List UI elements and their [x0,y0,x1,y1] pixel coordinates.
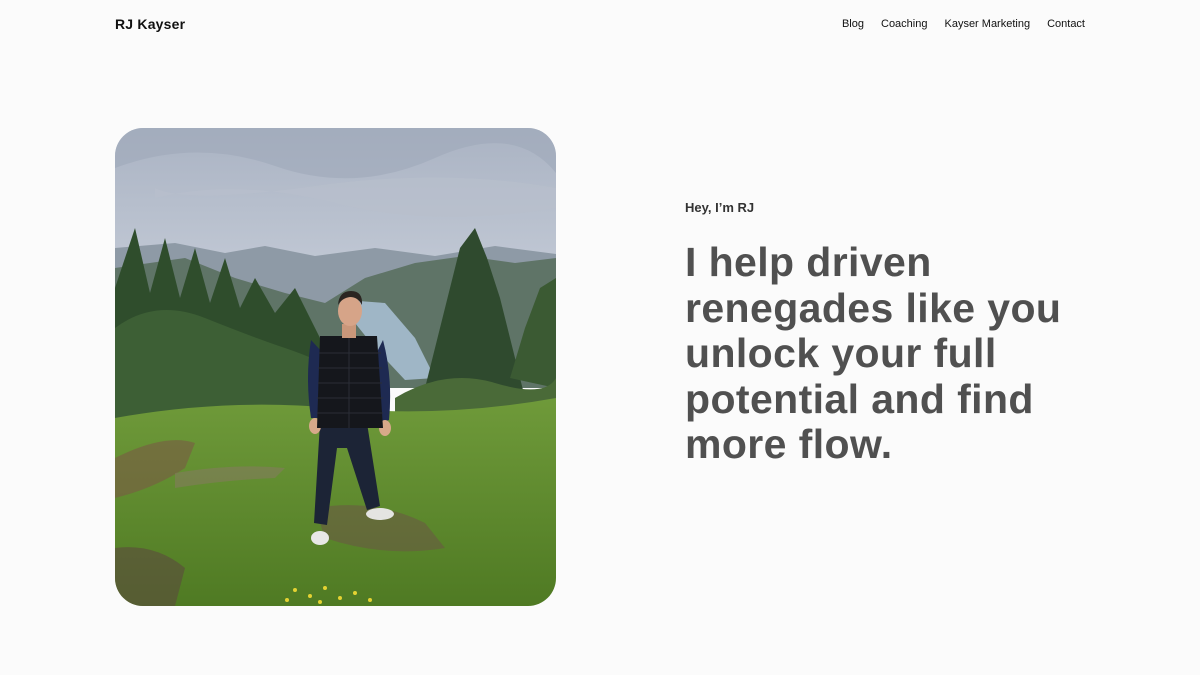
main-nav: Blog Coaching Kayser Marketing Contact [842,18,1085,30]
hero-photo [115,128,556,606]
nav-link-blog[interactable]: Blog [842,18,864,30]
hero-photo-illustration [115,128,556,606]
site-title-link[interactable]: RJ Kayser [115,16,185,32]
nav-link-contact[interactable]: Contact [1047,18,1085,30]
hero-eyebrow: Hey, I’m RJ [685,200,755,215]
hero-headline: I help driven renegades like you unlock … [685,239,1062,467]
nav-link-kayser-marketing[interactable]: Kayser Marketing [944,18,1030,30]
nav-link-coaching[interactable]: Coaching [881,18,927,30]
